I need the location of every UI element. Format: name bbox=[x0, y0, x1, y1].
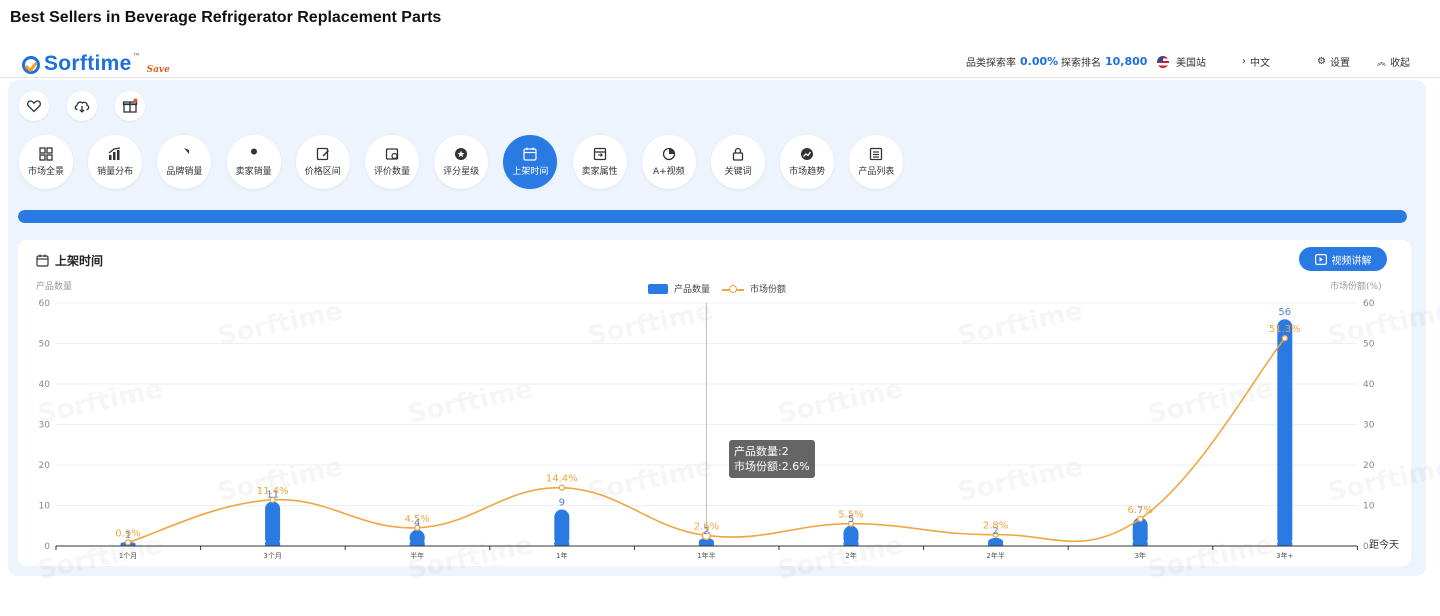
line-value-label: 2.8% bbox=[983, 521, 1008, 532]
line-point[interactable] bbox=[1137, 515, 1144, 523]
bar-base bbox=[843, 542, 859, 546]
line-value-label: 4.5% bbox=[404, 514, 429, 525]
watermark-text: Sorftime bbox=[775, 530, 905, 586]
listing-time-chart: Sorftime Sorftime Sorftime Sorftime Sorftime… bbox=[35, 299, 1440, 586]
watermark-text: Sorftime bbox=[585, 452, 715, 508]
line-point[interactable] bbox=[558, 484, 565, 491]
y-tick-right: 50 bbox=[1363, 340, 1375, 350]
x-tick-label: 1个月 bbox=[119, 552, 137, 560]
bar-base bbox=[409, 542, 425, 546]
bar-base bbox=[265, 542, 281, 546]
bar[interactable] bbox=[554, 509, 570, 546]
y-tick-left: 0 bbox=[44, 542, 50, 552]
x-tick-label: 2年 bbox=[845, 551, 856, 560]
x-tick-label: 2年半 bbox=[986, 551, 1004, 560]
watermark-text: Sorftime bbox=[775, 374, 905, 430]
x-tick-label: 3年 bbox=[1134, 551, 1145, 560]
x-tick-label: 半年 bbox=[410, 551, 424, 560]
line-value-label: 5.5% bbox=[838, 510, 863, 521]
y-tick-right: 20 bbox=[1363, 461, 1375, 471]
bar-base bbox=[1132, 542, 1148, 546]
bar[interactable] bbox=[265, 501, 281, 546]
y-tick-right: 10 bbox=[1363, 502, 1375, 512]
bar-value-label: 9 bbox=[559, 498, 565, 509]
watermark-text: Sorftime bbox=[1325, 452, 1440, 508]
y-tick-left: 60 bbox=[39, 299, 51, 309]
x-axis-unit: 距今天 bbox=[1369, 538, 1399, 551]
bar[interactable] bbox=[1277, 319, 1293, 546]
y-tick-right: 40 bbox=[1363, 380, 1375, 390]
y-tick-left: 40 bbox=[39, 380, 51, 390]
x-tick-label: 3个月 bbox=[263, 552, 281, 560]
x-tick-label: 1年 bbox=[556, 551, 567, 560]
x-tick-label: 3年+ bbox=[1276, 551, 1293, 560]
line-value-label: 0.9% bbox=[115, 528, 140, 539]
line-value-label: 6.7% bbox=[1127, 505, 1152, 516]
y-tick-left: 10 bbox=[39, 502, 51, 512]
watermark-text: Sorftime bbox=[35, 374, 165, 430]
watermark-text: Sorftime bbox=[405, 530, 535, 586]
y-tick-right: 60 bbox=[1363, 299, 1375, 309]
bar-base bbox=[988, 542, 1004, 546]
watermark-text: Sorftime bbox=[1145, 530, 1275, 586]
watermark-text: Sorftime bbox=[35, 530, 165, 586]
line-point[interactable] bbox=[1281, 335, 1288, 342]
line-value-label: 51.3% bbox=[1269, 324, 1301, 335]
bar-base bbox=[698, 542, 714, 546]
y-tick-left: 30 bbox=[39, 421, 51, 431]
bar-base bbox=[1277, 542, 1293, 546]
y-tick-right: 30 bbox=[1363, 421, 1375, 431]
watermark-text: Sorftime bbox=[1145, 374, 1275, 430]
bar-base bbox=[554, 542, 570, 546]
y-tick-left: 20 bbox=[39, 461, 51, 471]
tooltip-count: 产品数量:2 bbox=[734, 445, 789, 458]
watermark-text: Sorftime bbox=[405, 374, 535, 430]
y-tick-left: 50 bbox=[39, 340, 51, 350]
x-tick-label: 1年半 bbox=[697, 551, 715, 560]
chart-tooltip: 产品数量:2 市场份额:2.6% bbox=[729, 440, 815, 478]
line-value-label: 2.6% bbox=[694, 521, 719, 532]
watermark-text: Sorftime bbox=[955, 452, 1085, 508]
tooltip-share: 市场份额:2.6% bbox=[734, 460, 810, 473]
line-value-label: 11.4% bbox=[257, 486, 289, 497]
bar-value-label: 56 bbox=[1278, 307, 1291, 318]
line-value-label: 14.4% bbox=[546, 474, 578, 485]
